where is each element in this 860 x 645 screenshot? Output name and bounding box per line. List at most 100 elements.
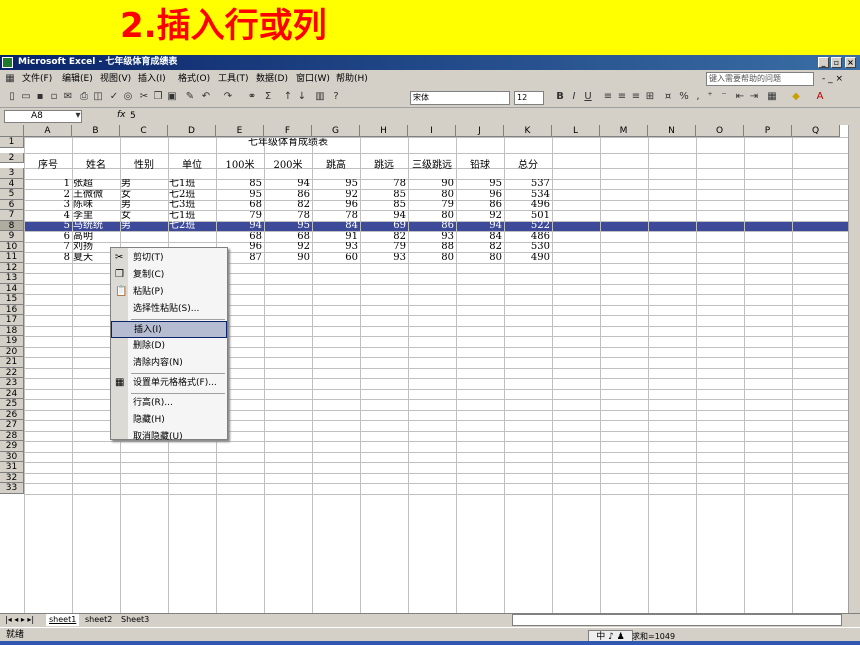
data-cell[interactable]: 6 xyxy=(25,232,70,243)
data-cell[interactable]: 七2班 xyxy=(169,221,214,232)
row-header[interactable]: 11 xyxy=(0,252,24,263)
row-header[interactable]: 23 xyxy=(0,378,24,389)
increase-decimal-icon[interactable]: ⁺ xyxy=(704,91,716,103)
menu-data[interactable]: 数据(D) xyxy=(256,70,288,88)
formula-input[interactable]: 5 xyxy=(130,110,855,123)
function-icon[interactable]: fx xyxy=(117,110,126,120)
row-header[interactable]: 8 xyxy=(0,220,24,231)
data-cell[interactable]: 79 xyxy=(217,211,262,222)
data-cell[interactable]: 88 xyxy=(409,242,454,253)
data-cell[interactable]: 80 xyxy=(409,190,454,201)
underline-button[interactable]: U xyxy=(582,91,594,103)
mail-icon[interactable]: ✉ xyxy=(62,91,74,103)
italic-button[interactable]: I xyxy=(568,91,580,103)
data-cell[interactable]: 82 xyxy=(457,242,502,253)
research-icon[interactable]: ◎ xyxy=(122,91,134,103)
column-header[interactable]: Q xyxy=(792,125,840,137)
column-header[interactable]: D xyxy=(168,125,216,137)
column-header[interactable]: M xyxy=(600,125,648,137)
data-cell[interactable]: 86 xyxy=(457,200,502,211)
permission-icon[interactable]: ▫ xyxy=(48,91,60,103)
align-right-icon[interactable]: ≡ xyxy=(630,91,642,103)
table-header-cell[interactable]: 跳高 xyxy=(312,159,360,173)
row-header[interactable]: 13 xyxy=(0,273,24,284)
align-center-icon[interactable]: ≡ xyxy=(616,91,628,103)
context-menu-item[interactable]: 隐藏(H) xyxy=(111,412,227,429)
data-cell[interactable]: 80 xyxy=(409,253,454,264)
data-cell[interactable]: 80 xyxy=(457,253,502,264)
data-cell[interactable]: 七1班 xyxy=(169,211,214,222)
context-menu-item[interactable]: 行高(R)... xyxy=(111,395,227,412)
data-cell[interactable]: 486 xyxy=(505,232,550,243)
data-cell[interactable]: 85 xyxy=(361,200,406,211)
row-header[interactable]: 1 xyxy=(0,137,24,148)
increase-indent-icon[interactable]: ⇥ xyxy=(748,91,760,103)
data-cell[interactable]: 537 xyxy=(505,179,550,190)
data-cell[interactable]: 92 xyxy=(313,190,358,201)
name-box[interactable]: A8 xyxy=(4,110,82,123)
column-header[interactable]: G xyxy=(312,125,360,137)
workbook-icon[interactable]: ▦ xyxy=(4,73,16,85)
font-name-select[interactable]: 宋体 xyxy=(410,91,510,105)
data-cell[interactable]: 陈味 xyxy=(73,200,118,211)
context-menu-item[interactable]: 取消隐藏(U) xyxy=(111,429,227,446)
data-cell[interactable]: 94 xyxy=(265,179,310,190)
data-cell[interactable]: 女 xyxy=(121,211,166,222)
minimize-button[interactable]: _ xyxy=(818,57,829,68)
tab-sheet2[interactable]: sheet2 xyxy=(82,614,115,626)
column-header[interactable]: E xyxy=(216,125,264,137)
data-cell[interactable]: 95 xyxy=(265,221,310,232)
row-header[interactable]: 20 xyxy=(0,346,24,357)
sort-descending-icon[interactable]: ↓ xyxy=(296,91,308,103)
data-cell[interactable]: 5 xyxy=(25,221,70,232)
context-menu-item[interactable]: 📋 粘贴(P) xyxy=(111,284,227,301)
data-cell[interactable]: 张超 xyxy=(73,179,118,190)
data-cell[interactable]: 86 xyxy=(409,221,454,232)
fill-color-icon[interactable]: ◆ xyxy=(790,91,802,103)
column-header[interactable]: N xyxy=(648,125,696,137)
column-header[interactable]: F xyxy=(264,125,312,137)
data-cell[interactable]: 7 xyxy=(25,242,70,253)
table-header-cell[interactable]: 单位 xyxy=(168,159,216,173)
redo-icon[interactable]: ↷ xyxy=(222,91,234,103)
comma-icon[interactable]: , xyxy=(692,91,704,103)
data-cell[interactable]: 96 xyxy=(313,200,358,211)
column-header[interactable]: A xyxy=(24,125,72,137)
data-cell[interactable]: 490 xyxy=(505,253,550,264)
context-menu-item[interactable]: 选择性粘贴(S)... xyxy=(111,301,227,318)
menu-file[interactable]: 文件(F) xyxy=(22,70,52,88)
data-cell[interactable]: 501 xyxy=(505,211,550,222)
data-cell[interactable]: 69 xyxy=(361,221,406,232)
print-preview-icon[interactable]: ◫ xyxy=(92,91,104,103)
data-cell[interactable]: 2 xyxy=(25,190,70,201)
table-header-cell[interactable]: 总分 xyxy=(504,159,552,173)
column-header[interactable]: B xyxy=(72,125,120,137)
menu-format[interactable]: 格式(O) xyxy=(178,70,210,88)
row-header[interactable]: 31 xyxy=(0,462,24,473)
cut-icon[interactable]: ✂ xyxy=(138,91,150,103)
context-menu-item[interactable]: ▦ 设置单元格格式(F)... xyxy=(111,375,227,392)
paste-icon[interactable]: ▣ xyxy=(166,91,178,103)
data-cell[interactable]: 92 xyxy=(265,242,310,253)
name-box-dropdown-icon[interactable]: ▾ xyxy=(72,110,84,122)
row-header[interactable]: 33 xyxy=(0,483,24,494)
column-header[interactable]: P xyxy=(744,125,792,137)
column-header[interactable]: C xyxy=(120,125,168,137)
hyperlink-icon[interactable]: ⚭ xyxy=(246,91,258,103)
data-cell[interactable]: 80 xyxy=(409,211,454,222)
data-cell[interactable]: 七1班 xyxy=(169,179,214,190)
decrease-indent-icon[interactable]: ⇤ xyxy=(734,91,746,103)
currency-icon[interactable]: ¤ xyxy=(662,91,674,103)
data-cell[interactable]: 496 xyxy=(505,200,550,211)
data-cell[interactable]: 90 xyxy=(409,179,454,190)
data-cell[interactable]: 七3班 xyxy=(169,200,214,211)
data-cell[interactable]: 4 xyxy=(25,211,70,222)
tab-sheet1[interactable]: sheet1 xyxy=(46,614,80,626)
bold-button[interactable]: B xyxy=(554,91,566,103)
undo-icon[interactable]: ↶ xyxy=(200,91,212,103)
font-color-icon[interactable]: A xyxy=(814,91,826,103)
data-cell[interactable]: 84 xyxy=(457,232,502,243)
data-cell[interactable]: 李里 xyxy=(73,211,118,222)
menu-window[interactable]: 窗口(W) xyxy=(296,70,330,88)
data-cell[interactable]: 马统统 xyxy=(73,221,118,232)
